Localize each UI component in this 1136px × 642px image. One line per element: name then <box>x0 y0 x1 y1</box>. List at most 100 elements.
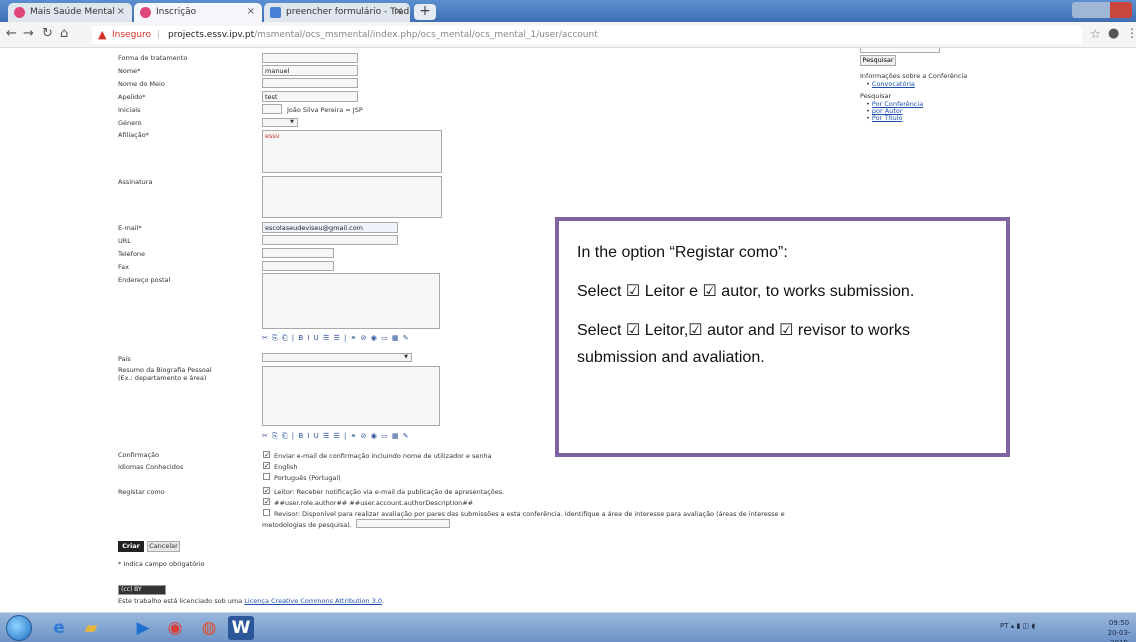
tab-google-translate[interactable]: preencher formulário - Traduçã × <box>264 3 410 22</box>
chrome-icon[interactable]: ◉ <box>162 616 188 640</box>
license-prefix: Este trabalho está licenciado sob uma <box>118 597 245 605</box>
divider: | <box>157 30 161 40</box>
fax-input[interactable] <box>262 261 334 271</box>
revisor-label-continued: metodologias de pesquisa). <box>262 521 352 529</box>
firefox-icon[interactable]: ◍ <box>196 616 222 640</box>
label-fax: Fax <box>118 263 129 271</box>
label-telefone: Telefone <box>118 250 146 258</box>
label-biografia-hint: (Ex.: departamento e área) <box>118 374 207 382</box>
leitor-checkbox[interactable]: ✓ <box>263 487 270 495</box>
browser-tabstrip: Mais Saúde Mental × Inscrição × preenche… <box>0 0 1136 22</box>
autor-label: ##user.role.author## ##user.account.auth… <box>274 499 474 507</box>
file-explorer-icon[interactable]: ▰ <box>78 616 104 640</box>
endereco-textarea[interactable] <box>262 273 440 329</box>
license-text: Este trabalho está licenciado sob uma Li… <box>118 597 384 605</box>
revisor-checkbox[interactable] <box>263 509 270 516</box>
site-favicon-icon <box>14 7 25 18</box>
word-icon[interactable]: W <box>228 616 254 640</box>
rich-text-toolbar[interactable]: ✂ ⎘ ⎗ | B I U ☰ ☰ | ⚭ ⊘ ◉ ▭ ▦ ✎ <box>262 334 440 344</box>
license-suffix: . <box>382 597 385 605</box>
portugues-checkbox[interactable] <box>263 473 270 480</box>
telefone-input[interactable] <box>262 248 334 258</box>
taskbar: e ▰ ▶ ◉ ◍ W PT ▴ ▮ ◫ ◖ 09:50 20-03-2019 <box>0 612 1136 642</box>
pais-select[interactable]: ▼ <box>262 353 412 362</box>
forward-arrow-icon[interactable]: → <box>23 26 34 41</box>
english-checkbox[interactable]: ✓ <box>263 462 270 470</box>
screen: Mais Saúde Mental × Inscrição × preenche… <box>0 0 1136 642</box>
label-idiomas: Idiomas Conhecidos <box>118 463 184 471</box>
convocatoria-link[interactable]: Convocatória <box>872 80 915 88</box>
close-icon[interactable]: × <box>395 6 403 17</box>
media-player-icon[interactable]: ▶ <box>130 616 156 640</box>
sidebar-item-convocatoria[interactable]: • Convocatória <box>866 80 915 88</box>
autor-checkbox[interactable]: ✓ <box>263 498 270 506</box>
biografia-textarea[interactable] <box>262 366 440 426</box>
portugues-label: Português (Portugal) <box>274 474 341 482</box>
chevron-down-icon: ▼ <box>290 119 294 125</box>
new-tab-button[interactable]: + <box>414 4 436 20</box>
revisor-interests-input[interactable] <box>356 519 450 528</box>
search-button[interactable]: Pesquisar <box>860 55 896 66</box>
label-registar: Registar como <box>118 488 165 496</box>
genero-select[interactable]: ▼ <box>262 118 298 127</box>
close-icon[interactable]: × <box>247 6 255 17</box>
nome-input[interactable]: manuel <box>262 65 358 76</box>
tab-inscricao[interactable]: Inscrição × <box>134 3 262 22</box>
rich-text-toolbar[interactable]: ✂ ⎘ ⎗ | B I U ☰ ☰ | ⚭ ⊘ ◉ ▭ ▦ ✎ <box>262 432 440 442</box>
email-input[interactable]: escolaseudeviseu@gmail.com <box>262 222 398 233</box>
sidebar-search-input[interactable] <box>860 48 940 53</box>
label-biografia: Resumo da Biografia Pessoal <box>118 366 212 374</box>
url-input[interactable] <box>262 235 398 245</box>
label-genero: Género <box>118 119 142 127</box>
confirmacao-checkbox[interactable]: ✓ <box>263 451 270 459</box>
tab-label: preencher formulário - Traduçã <box>286 7 410 17</box>
home-icon[interactable]: ⌂ <box>60 26 68 41</box>
cancel-button[interactable]: Cancelar <box>147 541 180 552</box>
label-assinatura: Assinatura <box>118 178 153 186</box>
callout-line-1: In the option “Registar como”: <box>577 244 788 261</box>
callout-line-2: Select ☑ Leitor e ☑ autor, to works subm… <box>577 283 915 300</box>
iniciais-input[interactable] <box>262 104 282 114</box>
address-bar[interactable]: ▲ Inseguro | projects.essv.ipv.pt/msment… <box>92 26 1082 44</box>
warning-icon: ▲ <box>98 28 107 41</box>
url-path: /msmental/ocs_msmental/index.php/ocs_men… <box>254 30 598 40</box>
clock-time: 09:50 <box>1108 619 1130 627</box>
chevron-down-icon: ▼ <box>404 354 408 360</box>
instruction-callout: In the option “Registar como”: Select ☑ … <box>555 217 1010 457</box>
label-url: URL <box>118 237 131 245</box>
window-controls[interactable] <box>1072 2 1132 18</box>
revisor-label: Revisor: Disponível para realizar avalia… <box>274 510 785 518</box>
clock[interactable]: 09:50 20-03-2019 <box>1102 618 1136 642</box>
por-titulo-link[interactable]: Por Título <box>872 114 903 122</box>
label-endereco: Endereço postal <box>118 276 171 284</box>
assinatura-textarea[interactable] <box>262 176 442 218</box>
insecure-label: Inseguro <box>112 30 152 40</box>
afiliacao-textarea[interactable]: essv <box>262 130 442 173</box>
start-button[interactable] <box>6 615 32 641</box>
search-heading: Pesquisar <box>860 92 892 100</box>
apelido-input[interactable]: test <box>262 91 358 102</box>
forma-tratamento-input[interactable] <box>262 53 358 63</box>
bookmark-star-icon[interactable]: ☆ <box>1090 27 1101 41</box>
label-pais: País <box>118 355 131 363</box>
confirmacao-label: Enviar e-mail de confirmação incluindo n… <box>274 452 492 460</box>
sidebar-item-titulo[interactable]: • Por Título <box>866 114 903 122</box>
menu-icon[interactable]: ⋮ <box>1126 26 1136 40</box>
internet-explorer-icon[interactable]: e <box>46 616 72 640</box>
browser-toolbar: ← → ↻ ⌂ ▲ Inseguro | projects.essv.ipv.p… <box>0 22 1136 48</box>
back-arrow-icon[interactable]: ← <box>6 26 17 41</box>
account-icon[interactable]: ● <box>1108 26 1119 41</box>
label-iniciais: Iniciais <box>118 106 141 114</box>
callout-line-3: Select ☑ Leitor,☑ autor and ☑ revisor to… <box>577 322 910 366</box>
label-afiliacao: Afiliação* <box>118 131 149 139</box>
close-icon[interactable]: × <box>117 6 125 17</box>
creative-commons-badge[interactable]: (cc) BY <box>118 585 166 595</box>
tab-mais-saude-mental[interactable]: Mais Saúde Mental × <box>8 3 132 22</box>
reload-icon[interactable]: ↻ <box>42 26 53 41</box>
web-page: Forma de tratamento Nome* manuel Nome do… <box>0 48 1136 612</box>
create-button[interactable]: Criar <box>118 541 144 552</box>
leitor-label: Leitor: Receber notificação via e-mail d… <box>274 488 505 496</box>
license-link[interactable]: Licença Creative Commons Attribution 3.0 <box>244 597 382 605</box>
nome-meio-input[interactable] <box>262 78 358 88</box>
system-tray[interactable]: PT ▴ ▮ ◫ ◖ <box>1000 622 1035 630</box>
